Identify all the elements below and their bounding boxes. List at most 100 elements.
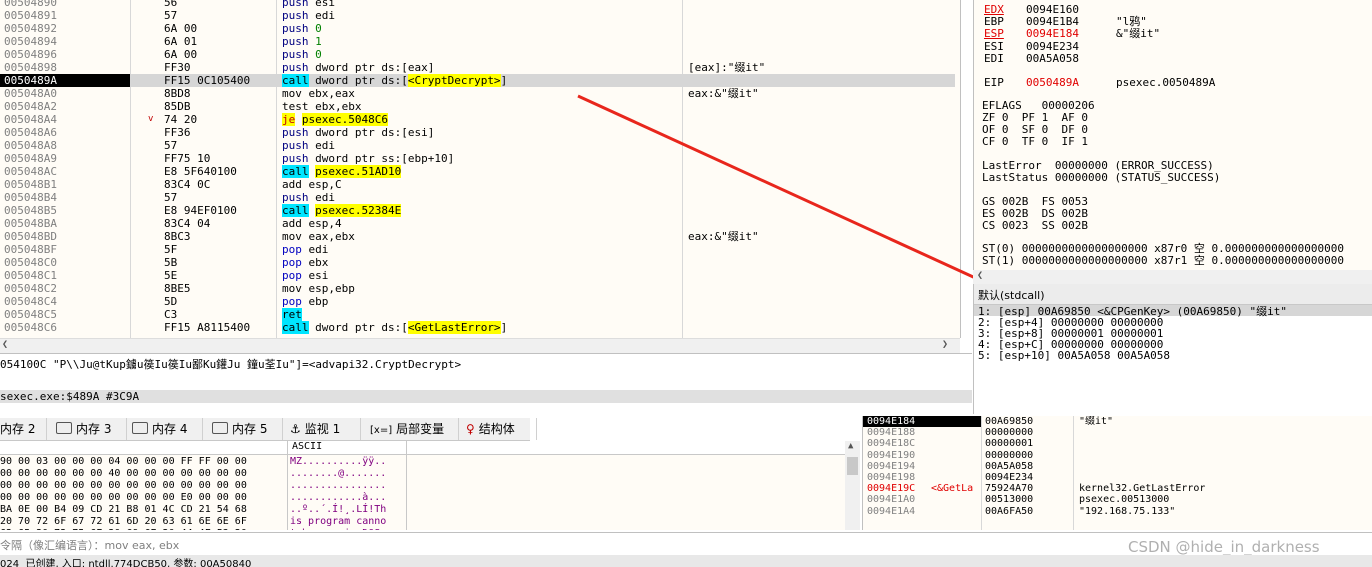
- disasm-address[interactable]: 00504896: [4, 48, 57, 61]
- disasm-row[interactable]: 00504890 56 push esi: [0, 0, 955, 9]
- flag-row[interactable]: CF 0 TF 0 IF 1: [982, 135, 1088, 148]
- dump-ascii[interactable]: ................: [290, 480, 386, 492]
- disasm-instruction[interactable]: call psexec.52384E: [282, 204, 402, 217]
- dump-row[interactable]: 00 00 00 00 00 00 00 00 00 00 00 00 00 0…: [0, 480, 845, 492]
- scroll-thumb[interactable]: [847, 457, 858, 475]
- stack-address[interactable]: 0094E1A4: [867, 506, 915, 517]
- disasm-instruction[interactable]: add esp,C: [282, 178, 342, 191]
- dump-row[interactable]: 00 00 00 00 00 00 00 00 00 00 E0 00 00 0…: [0, 492, 845, 504]
- disasm-instruction[interactable]: call dword ptr ds:[<CryptDecrypt>]: [282, 74, 507, 87]
- disasm-address[interactable]: 005048AC: [4, 165, 57, 178]
- register-value[interactable]: 0094E234: [1026, 40, 1079, 53]
- disasm-instruction[interactable]: add esp,4: [282, 217, 342, 230]
- stack-value[interactable]: 00513000: [985, 494, 1033, 505]
- tab-locals[interactable]: [x=] 局部变量: [366, 418, 459, 440]
- disasm-address[interactable]: 005048A0: [4, 87, 57, 100]
- dump-ascii[interactable]: t be run in DOS: [290, 528, 386, 530]
- stack-row[interactable]: 0094E188 00000000: [863, 427, 1372, 438]
- call-args-pane[interactable]: 默认(stdcall) 1: [esp] 00A69850 <&CPGenKey…: [973, 284, 1372, 414]
- stack-value[interactable]: 00000000: [985, 427, 1033, 438]
- disasm-row[interactable]: 005048B1 83C4 0C add esp,C: [0, 178, 955, 191]
- stack-address[interactable]: 0094E198: [867, 472, 915, 483]
- dump-row[interactable]: BA 0E 00 B4 09 CD 21 B8 01 4C CD 21 54 6…: [0, 504, 845, 516]
- register-row[interactable]: ESP 0094E184 &"缀it": [974, 27, 1372, 40]
- stack-value[interactable]: 00A69850: [985, 416, 1033, 427]
- disasm-instruction[interactable]: test ebx,ebx: [282, 100, 361, 113]
- disasm-address[interactable]: 005048B4: [4, 191, 57, 204]
- disasm-address[interactable]: 005048C0: [4, 256, 57, 269]
- disasm-instruction[interactable]: pop esi: [282, 269, 328, 282]
- disasm-instruction[interactable]: push 1: [282, 35, 322, 48]
- stack-address[interactable]: 0094E18C: [867, 438, 915, 449]
- stack-row[interactable]: 0094E184 00A69850 "缀it": [863, 416, 1372, 427]
- disasm-address[interactable]: 005048B1: [4, 178, 57, 191]
- stack-row[interactable]: 0094E194 00A5A058: [863, 461, 1372, 472]
- disasm-instruction[interactable]: push edi: [282, 9, 335, 22]
- stack-address[interactable]: 0094E188: [867, 427, 915, 438]
- disasm-instruction[interactable]: push edi: [282, 139, 335, 152]
- disasm-address[interactable]: 00504898: [4, 61, 57, 74]
- stack-row[interactable]: 0094E19C <&GetLa 75924A70 kernel32.GetLastE…: [863, 483, 1372, 494]
- register-value[interactable]: 0094E184: [1026, 27, 1079, 40]
- disasm-address[interactable]: 005048BA: [4, 217, 57, 230]
- disasm-row[interactable]: 005048BF 5F pop edi: [0, 243, 955, 256]
- disasm-address[interactable]: 00504890: [4, 0, 57, 9]
- disasm-address[interactable]: 005048A9: [4, 152, 57, 165]
- disassembly-list[interactable]: 00504890 56 push esi 00504891 57 push edi 0050…: [0, 0, 955, 338]
- disasm-row[interactable]: 005048A6 FF36 push dword ptr ds:[esi]: [0, 126, 955, 139]
- dump-row[interactable]: 20 70 72 6F 67 72 61 6D 20 63 61 6E 6E 6…: [0, 516, 845, 528]
- tab-memory-3[interactable]: 内存 3: [52, 418, 127, 440]
- disasm-instruction[interactable]: push dword ptr ds:[esi]: [282, 126, 434, 139]
- disasm-instruction[interactable]: push dword ptr ss:[ebp+10]: [282, 152, 454, 165]
- stack-address[interactable]: 0094E184: [867, 416, 915, 427]
- disasm-row[interactable]: 005048A9 FF75 10 push dword ptr ss:[ebp+10…: [0, 152, 955, 165]
- register-row[interactable]: EIP 0050489A psexec.0050489A: [974, 76, 1372, 89]
- disasm-row[interactable]: 00504891 57 push edi: [0, 9, 955, 22]
- tab-struct[interactable]: ♀ 结构体: [462, 418, 537, 440]
- stack-address[interactable]: 0094E19C: [867, 483, 915, 494]
- tab-watch-1[interactable]: ⚓ 监视 1: [286, 418, 361, 440]
- command-input[interactable]: 令隔（像汇编语言）：mov eax, ebx: [0, 537, 179, 553]
- register-row[interactable]: ESI 0094E234: [974, 40, 1372, 53]
- disasm-instruction[interactable]: mov ebx,eax: [282, 87, 355, 100]
- disasm-row[interactable]: 005048C2 8BE5 mov esp,ebp: [0, 282, 955, 295]
- disasm-address[interactable]: 005048C4: [4, 295, 57, 308]
- disasm-row[interactable]: 00504892 6A 00 push 0: [0, 22, 955, 35]
- disasm-row[interactable]: 0050489A FF15 0C105400 call dword ptr ds:[…: [0, 74, 955, 87]
- disasm-row[interactable]: 00504894 6A 01 push 1: [0, 35, 955, 48]
- disasm-row[interactable]: 005048C1 5E pop esi: [0, 269, 955, 282]
- dump-row[interactable]: 00 00 00 00 00 00 40 00 00 00 00 00 00 0…: [0, 468, 845, 480]
- dump-row[interactable]: 90 00 03 00 00 00 04 00 00 00 FF FF 00 0…: [0, 456, 845, 468]
- disasm-address[interactable]: 005048A6: [4, 126, 57, 139]
- disasm-address[interactable]: 005048A2: [4, 100, 57, 113]
- disasm-address[interactable]: 005048C2: [4, 282, 57, 295]
- tab-memory-2[interactable]: 内存 2: [0, 418, 47, 440]
- stack-value[interactable]: 00A6FA50: [985, 506, 1033, 517]
- stack-address[interactable]: 0094E194: [867, 461, 915, 472]
- dump-ascii[interactable]: ..º..´.Í!¸.LÍ!Th: [290, 504, 386, 516]
- disasm-address[interactable]: 005048A8: [4, 139, 57, 152]
- stack-row[interactable]: 0094E18C 00000001: [863, 438, 1372, 449]
- stack-value[interactable]: 00000001: [985, 438, 1033, 449]
- register-value[interactable]: 00A5A058: [1026, 52, 1079, 65]
- call-arg-row[interactable]: 5: [esp+10] 00A5A058 00A5A058: [978, 349, 1170, 362]
- register-value[interactable]: 0094E1B4: [1026, 15, 1079, 28]
- disasm-address[interactable]: 005048BF: [4, 243, 57, 256]
- disasm-instruction[interactable]: push esi: [282, 0, 335, 9]
- disasm-address[interactable]: 005048BD: [4, 230, 57, 243]
- dump-ascii[interactable]: ............à...: [290, 492, 386, 504]
- laststatus-row[interactable]: LastStatus 00000000 (STATUS_SUCCESS): [982, 171, 1220, 184]
- fpu-row[interactable]: ST(1) 0000000000000000000 x87r1 空 0.0000…: [982, 254, 1344, 267]
- disasm-row[interactable]: 005048B4 57 push edi: [0, 191, 955, 204]
- disasm-row[interactable]: 00504898 FF30 push dword ptr ds:[eax] [eax]…: [0, 61, 955, 74]
- dump-tabbar[interactable]: 内存 2 内存 3 内存 4 内存 5 ⚓ 监视 1 [x=] 局部变量 ♀ 结构体: [0, 418, 537, 441]
- register-row[interactable]: EDX 0094E160: [974, 3, 1372, 16]
- disasm-row[interactable]: 005048B5 E8 94EF0100 call psexec.52384E: [0, 204, 955, 217]
- disasm-instruction[interactable]: push edi: [282, 191, 335, 204]
- stack-address[interactable]: 0094E1A0: [867, 494, 915, 505]
- stack-row[interactable]: 0094E190 00000000: [863, 450, 1372, 461]
- scroll-right-icon[interactable]: ❯: [942, 339, 948, 350]
- disasm-instruction[interactable]: mov eax,ebx: [282, 230, 355, 243]
- disasm-instruction[interactable]: pop ebx: [282, 256, 328, 269]
- disasm-row[interactable]: 005048BD 8BC3 mov eax,ebx eax:&"缀it": [0, 230, 955, 243]
